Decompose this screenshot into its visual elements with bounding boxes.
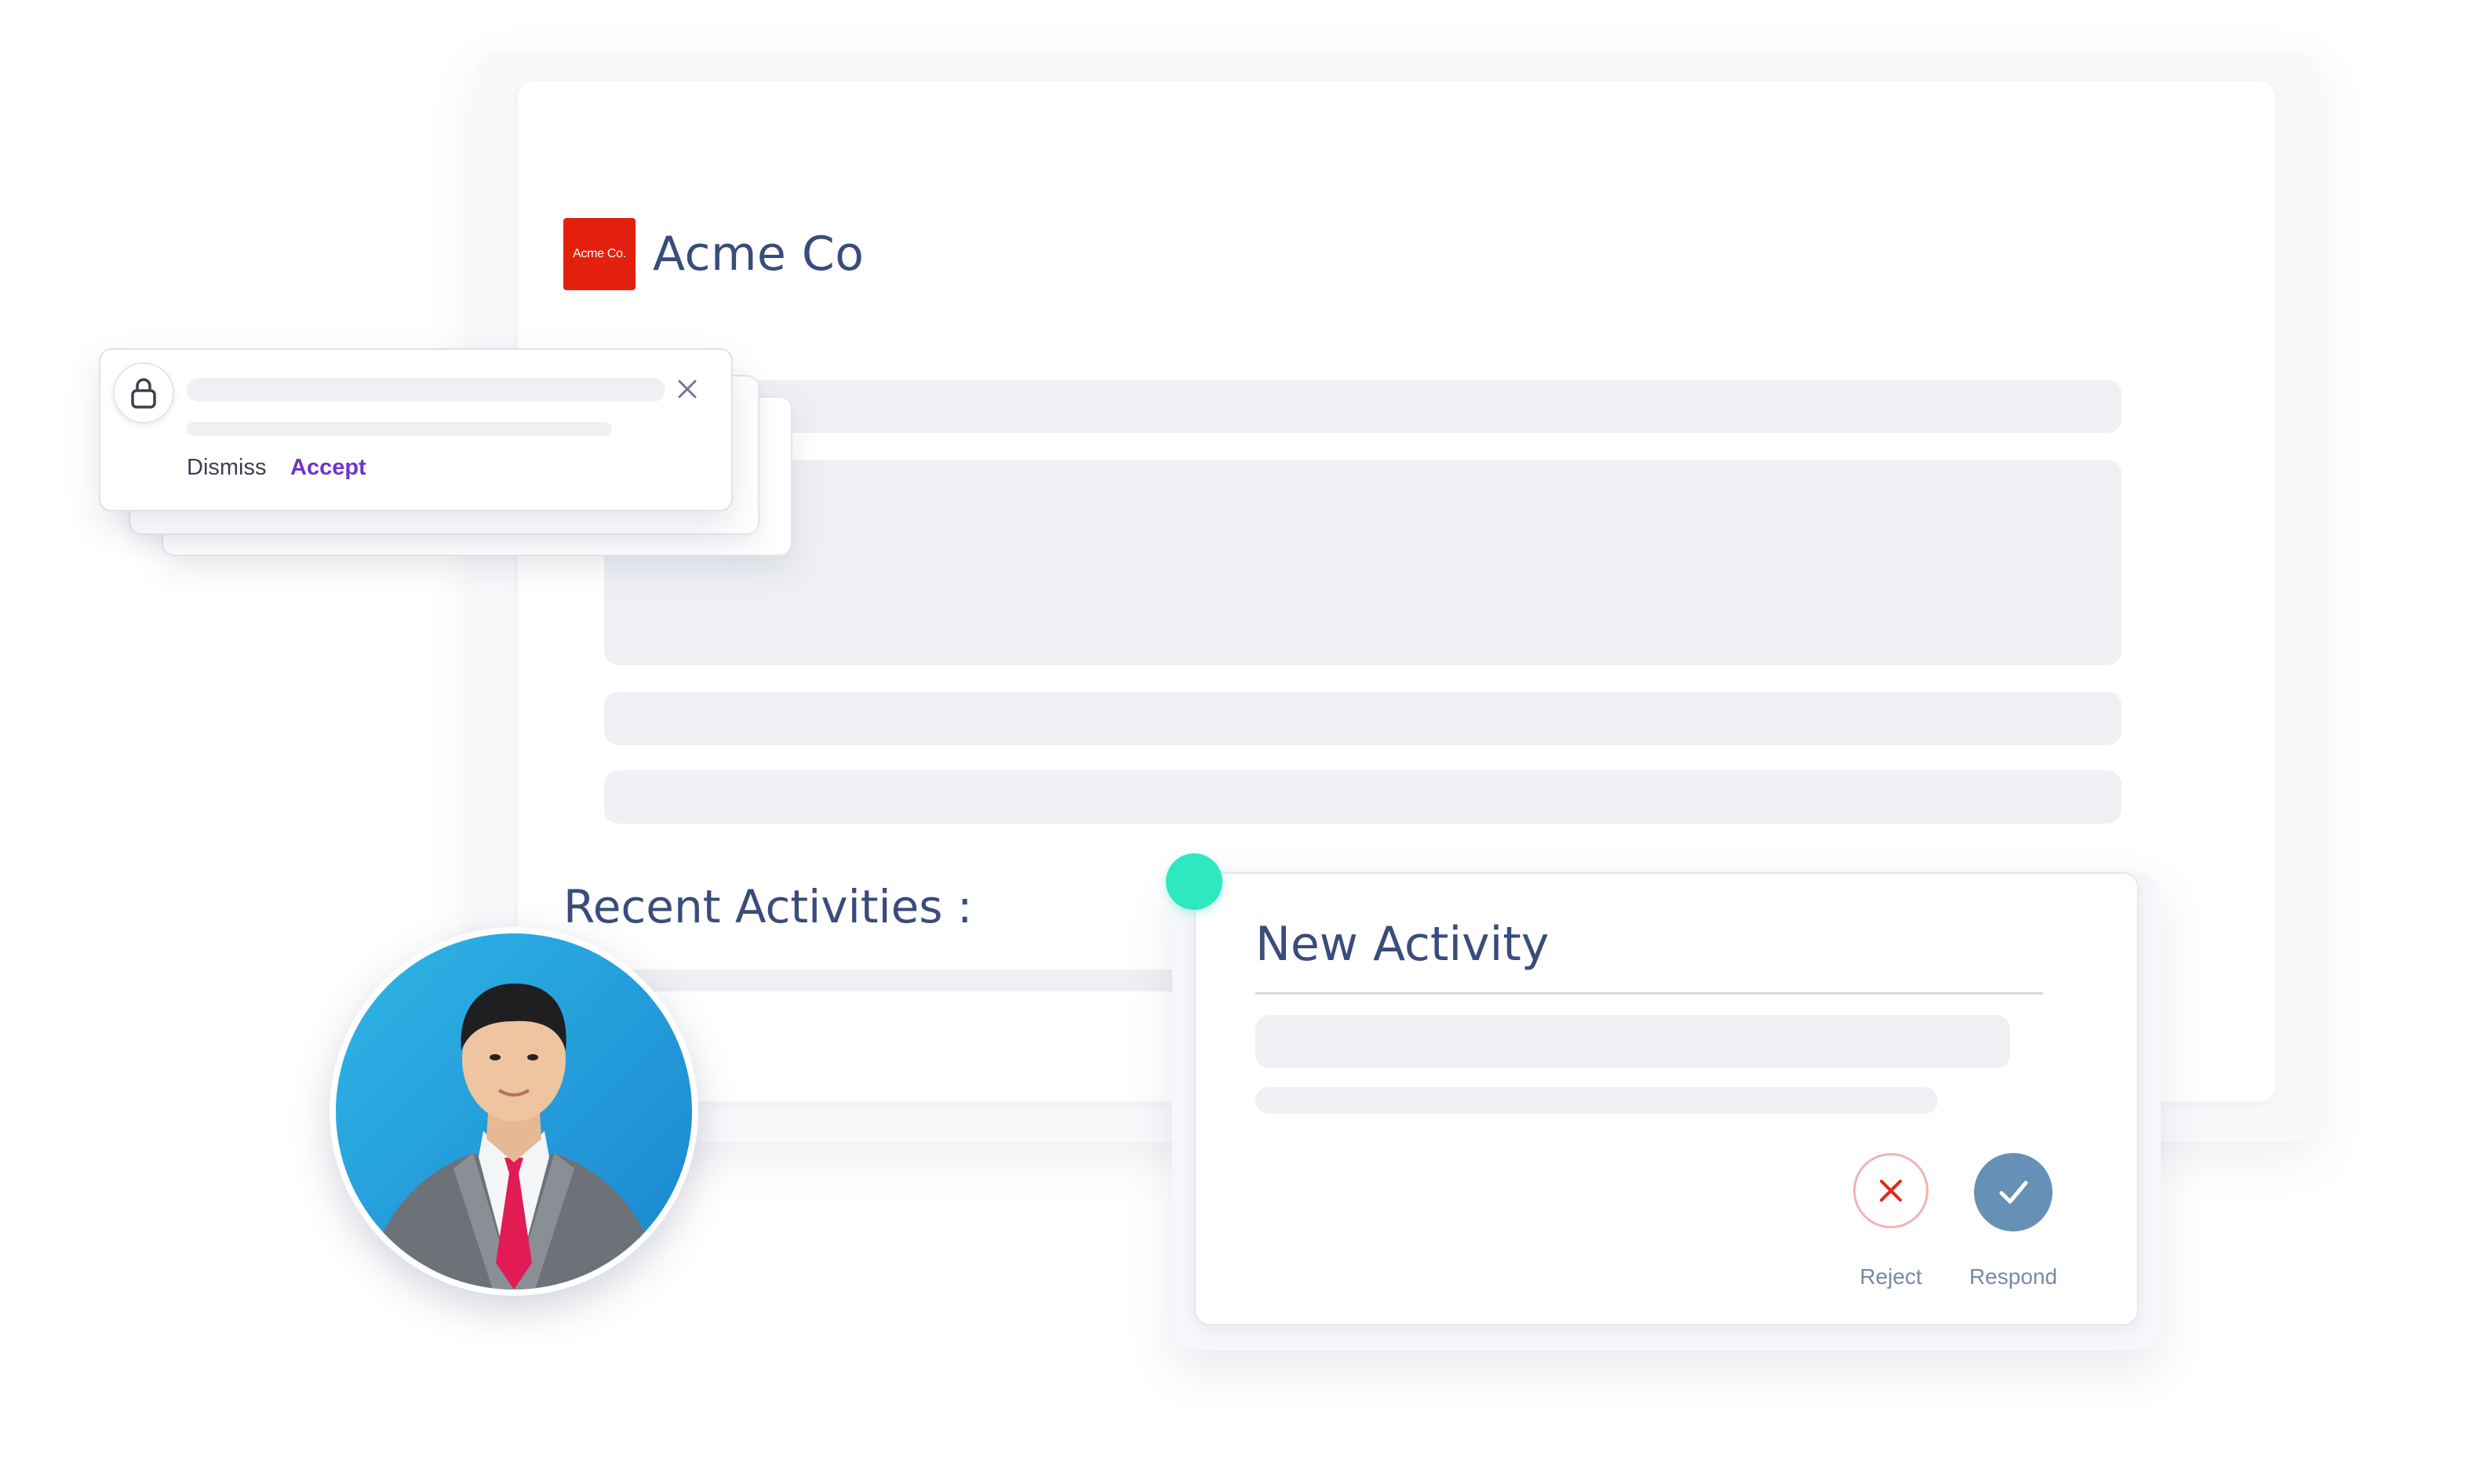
skeleton-block — [604, 460, 2122, 665]
status-dot — [1166, 853, 1222, 910]
reject-button[interactable] — [1853, 1153, 1929, 1228]
skeleton-line — [604, 380, 2122, 433]
activity-title: New Activity — [1255, 917, 1550, 972]
avatar — [330, 927, 698, 1296]
notification-skeleton-title — [187, 378, 665, 402]
reject-label: Reject — [1859, 1264, 1922, 1289]
divider — [1255, 992, 2043, 995]
avatar-photo — [336, 933, 692, 1289]
skeleton-line — [628, 969, 1240, 991]
dismiss-button[interactable]: Dismiss — [187, 452, 267, 483]
company-name: Acme Co — [653, 227, 865, 282]
company-logo-text: Acme Co. — [573, 247, 626, 260]
respond-label: Respond — [1969, 1264, 2058, 1289]
notification-skeleton-line — [187, 422, 612, 436]
recent-activities-heading: Recent Activities : — [563, 880, 973, 933]
company-logo: Acme Co. — [563, 218, 636, 290]
activity-skeleton-line — [1255, 1087, 1938, 1114]
accept-button[interactable]: Accept — [290, 452, 366, 483]
activity-skeleton-line — [1255, 1015, 2010, 1068]
close-icon[interactable] — [673, 375, 701, 403]
lock-icon — [113, 362, 174, 424]
close-icon — [1880, 1180, 1902, 1202]
respond-button[interactable] — [1974, 1153, 2052, 1231]
stage: Acme Co. Acme Co Recent Activities : Dis… — [0, 0, 2484, 1484]
checkmark-icon — [1999, 1180, 2028, 1204]
skeleton-line — [604, 770, 2122, 824]
skeleton-line — [604, 692, 2122, 745]
